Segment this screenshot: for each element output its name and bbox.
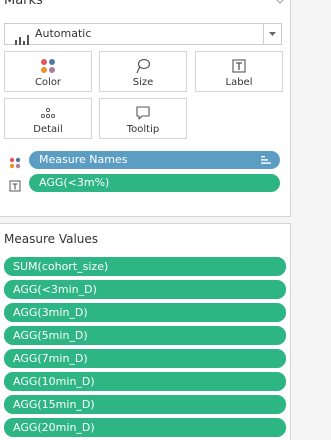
tooltip-bubble-icon <box>135 105 151 121</box>
measure-values-list: SUM(cohort_size) AGG(<3min_D) AGG(3min_D… <box>4 257 286 440</box>
detail-dots-icon <box>40 105 56 121</box>
pill-label: AGG(<3min_D) <box>13 283 97 296</box>
view-area-edge <box>291 0 331 440</box>
pill-label: SUM(cohort_size) <box>13 260 109 273</box>
tile-label: Detail <box>33 124 63 135</box>
marks-pill-row: Measure Names <box>9 151 281 169</box>
sort-descending-icon[interactable] <box>261 156 271 164</box>
color-dots-icon <box>40 58 56 74</box>
label-shelf-button[interactable]: Label <box>195 51 283 92</box>
marks-card: Marks Automatic Color Size Label Detail … <box>0 0 291 217</box>
triangle-down-icon <box>269 32 276 36</box>
tile-label: Label <box>225 77 253 88</box>
measure-pill[interactable]: AGG(10min_D) <box>4 372 286 391</box>
agg-3m-pct-pill[interactable]: AGG(<3m%) <box>29 174 280 192</box>
pill-label: AGG(5min_D) <box>13 329 88 342</box>
measure-values-title: Measure Values <box>4 232 99 246</box>
measure-pill[interactable]: SUM(cohort_size) <box>4 257 286 276</box>
measure-values-card: Measure Values SUM(cohort_size) AGG(<3mi… <box>0 223 291 440</box>
measure-pill[interactable]: AGG(5min_D) <box>4 326 286 345</box>
pill-label: AGG(20min_D) <box>13 421 95 434</box>
marks-pill-row: AGG(<3m%) <box>9 174 281 192</box>
pill-label: Measure Names <box>39 153 128 166</box>
tile-label: Size <box>132 77 154 88</box>
tile-label: Tooltip <box>126 124 160 135</box>
measure-pill[interactable]: AGG(20min_D) <box>4 418 286 437</box>
pill-label: AGG(<3m%) <box>39 176 110 189</box>
measure-names-pill[interactable]: Measure Names <box>29 151 280 169</box>
measure-pill[interactable]: AGG(7min_D) <box>4 349 286 368</box>
card-menu-icon[interactable] <box>275 0 285 5</box>
pill-label: AGG(3min_D) <box>13 306 88 319</box>
measure-pill[interactable]: AGG(15min_D) <box>4 395 286 414</box>
mark-type-dropdown-button[interactable] <box>263 24 281 44</box>
pill-label: AGG(15min_D) <box>13 398 95 411</box>
sidebar-panels: Marks Automatic Color Size Label Detail … <box>0 0 331 440</box>
text-label-icon <box>231 58 247 74</box>
size-shelf-button[interactable]: Size <box>99 51 187 92</box>
text-label-icon <box>9 177 21 192</box>
pill-label: AGG(10min_D) <box>13 375 95 388</box>
mark-type-value: Automatic <box>35 27 92 40</box>
size-lasso-icon <box>135 58 151 74</box>
tooltip-shelf-button[interactable]: Tooltip <box>99 98 187 139</box>
marks-title: Marks <box>4 0 43 8</box>
mark-type-dropdown[interactable]: Automatic <box>4 23 282 45</box>
tile-label: Color <box>34 77 62 88</box>
detail-shelf-button[interactable]: Detail <box>4 98 92 139</box>
color-dots-icon <box>9 154 21 169</box>
measure-pill[interactable]: AGG(3min_D) <box>4 303 286 322</box>
color-shelf-button[interactable]: Color <box>4 51 92 92</box>
pill-label: AGG(7min_D) <box>13 352 88 365</box>
bar-chart-icon <box>15 30 29 45</box>
measure-pill[interactable]: AGG(<3min_D) <box>4 280 286 299</box>
